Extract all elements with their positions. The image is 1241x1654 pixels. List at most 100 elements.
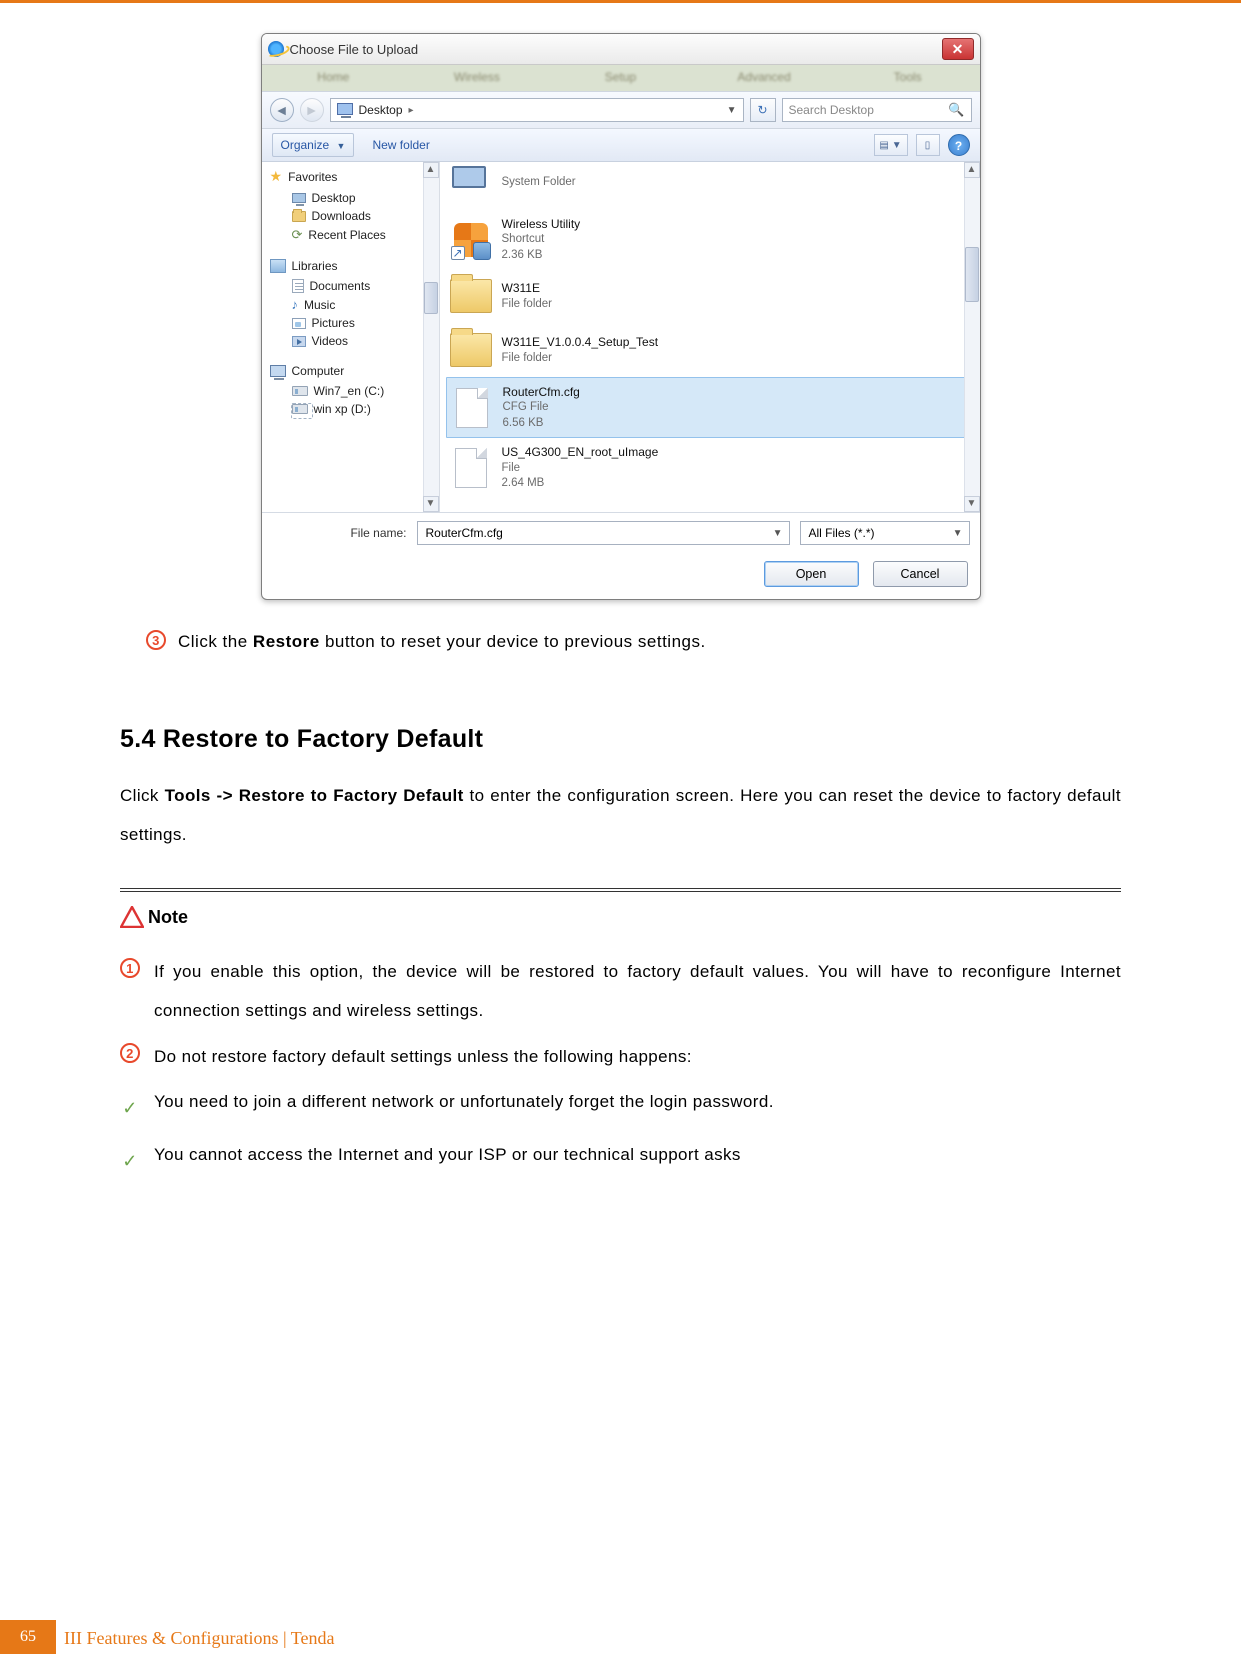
filename-combobox[interactable]: RouterCfm.cfg ▼ <box>417 521 790 545</box>
search-placeholder: Search Desktop <box>789 103 874 117</box>
cancel-button[interactable]: Cancel <box>873 561 968 587</box>
pictures-icon <box>292 318 306 329</box>
file-item-selected[interactable]: RouterCfm.cfg CFG File 6.56 KB <box>446 377 976 438</box>
tree-header-libraries[interactable]: Libraries <box>270 259 435 273</box>
checkmark-icon: ✓ <box>120 1088 140 1129</box>
list-scrollbar[interactable] <box>964 178 980 496</box>
step-3-pre: Click the <box>178 632 253 651</box>
tree-scrollbar[interactable] <box>423 178 439 496</box>
dialog-buttons: Open Cancel <box>262 553 980 599</box>
organize-label: Organize <box>281 138 330 152</box>
file-item[interactable]: W311E_V1.0.0.4_Setup_Test File folder <box>446 323 976 377</box>
step-3-text: Click the Restore button to reset your d… <box>178 628 706 655</box>
file-item[interactable]: W311E File folder <box>446 269 976 323</box>
new-folder-button[interactable]: New folder <box>372 138 429 152</box>
search-input[interactable]: Search Desktop 🔍 <box>782 98 972 122</box>
preview-pane-button[interactable]: ▯ <box>916 134 940 156</box>
back-button[interactable]: ◄ <box>270 98 294 122</box>
dialog-titlebar[interactable]: Choose File to Upload ✕ <box>262 34 980 65</box>
view-mode-button[interactable]: ▤ ▼ <box>874 134 908 156</box>
tree-header-favorites[interactable]: ★ Favorites <box>270 168 435 185</box>
breadcrumb-text: Desktop <box>359 103 403 117</box>
file-size: 2.64 MB <box>502 476 659 492</box>
tree-header-label: Favorites <box>288 170 337 184</box>
bg-tab: Setup <box>549 65 693 91</box>
drive-icon <box>292 404 308 414</box>
tree-item-downloads[interactable]: Downloads <box>292 207 435 225</box>
file-item[interactable]: ↗ Wireless Utility Shortcut 2.36 KB <box>446 210 976 269</box>
section-intro-paragraph: Click Tools -> Restore to Factory Defaul… <box>120 776 1121 854</box>
toolbar: Organize ▼ New folder ▤ ▼ ▯ ? <box>262 129 980 162</box>
dialog-title: Choose File to Upload <box>290 42 942 57</box>
chevron-down-icon: ▼ <box>337 141 346 151</box>
file-item[interactable]: System Folder <box>446 162 976 210</box>
note-marker-2: 2 <box>120 1043 140 1063</box>
bg-tab: Home <box>262 65 406 91</box>
tree-item-pictures[interactable]: Pictures <box>292 314 435 332</box>
file-chooser-dialog: Choose File to Upload ✕ Home Wireless Se… <box>261 33 981 600</box>
file-name: W311E <box>502 280 553 296</box>
tree-item-documents[interactable]: Documents <box>292 277 435 295</box>
tree-item-music[interactable]: ♪ Music <box>292 295 435 314</box>
tree-scroll-down[interactable]: ▼ <box>423 496 439 512</box>
tree-header-computer[interactable]: Computer <box>270 364 435 378</box>
tree-item-desktop[interactable]: Desktop <box>292 189 435 207</box>
close-button[interactable]: ✕ <box>942 38 974 60</box>
file-type-filter[interactable]: All Files (*.*) ▼ <box>800 521 970 545</box>
file-sub: File folder <box>502 351 659 367</box>
location-breadcrumb[interactable]: Desktop ▸ ▼ <box>330 98 744 122</box>
file-sub: System Folder <box>502 175 576 191</box>
note-list: 1 If you enable this option, the device … <box>120 952 1121 1182</box>
forward-button[interactable]: ► <box>300 98 324 122</box>
folder-icon <box>450 329 492 371</box>
tree-item-drive-c[interactable]: Win7_en (C:) <box>292 382 435 400</box>
file-name: US_4G300_EN_root_uImage <box>502 444 659 460</box>
tree-scroll-thumb[interactable] <box>424 282 438 314</box>
note-2-text: Do not restore factory default settings … <box>154 1037 1121 1076</box>
tree-item-videos[interactable]: Videos <box>292 332 435 350</box>
organize-menu[interactable]: Organize ▼ <box>272 133 355 157</box>
background-tabs-blurred: Home Wireless Setup Advanced Tools <box>262 65 980 91</box>
step-3: 3 Click the Restore button to reset your… <box>146 628 1121 655</box>
file-list: ▲ ▼ System Folder ↗ <box>440 162 980 512</box>
tree-item-label: Desktop <box>312 191 356 205</box>
file-icon <box>451 387 493 429</box>
breadcrumb-arrow-icon[interactable]: ▸ <box>409 105 414 116</box>
list-scroll-thumb[interactable] <box>965 247 979 302</box>
bg-tab: Wireless <box>405 65 549 91</box>
dialog-body: ▲ ▼ ★ Favorites Desktop <box>262 162 980 512</box>
tree-item-label: Win7_en (C:) <box>314 384 385 398</box>
file-item[interactable]: US_4G300_EN_root_uImage File 2.64 MB <box>446 438 976 497</box>
tree-scroll-up[interactable]: ▲ <box>423 162 439 178</box>
tree-item-label: Videos <box>312 334 348 348</box>
help-button[interactable]: ? <box>948 134 970 156</box>
para-pre: Click <box>120 786 165 805</box>
page-number: 65 <box>0 1620 56 1654</box>
tree-item-recent[interactable]: ⟳ Recent Places <box>292 225 435 245</box>
tree-item-label: Music <box>304 298 335 312</box>
folder-icon <box>292 211 306 222</box>
wireless-utility-icon: ↗ <box>450 219 492 261</box>
nav-bar: ◄ ► Desktop ▸ ▼ ↻ Search Desktop 🔍 <box>262 91 980 129</box>
file-name: W311E_V1.0.0.4_Setup_Test <box>502 334 659 350</box>
file-sub: Shortcut <box>502 232 581 248</box>
ie-icon <box>268 41 284 57</box>
tree-item-drive-d[interactable]: win xp (D:) <box>292 400 435 418</box>
documents-icon <box>292 279 304 293</box>
filename-value: RouterCfm.cfg <box>426 526 503 540</box>
open-button[interactable]: Open <box>764 561 859 587</box>
view-icon: ▤ <box>879 140 888 151</box>
list-scroll-up[interactable]: ▲ <box>964 162 980 178</box>
section-heading: 5.4 Restore to Factory Default <box>120 725 1121 754</box>
tree-header-label: Libraries <box>292 259 338 273</box>
folder-icon <box>450 275 492 317</box>
filename-row: File name: RouterCfm.cfg ▼ All Files (*.… <box>262 512 980 553</box>
refresh-button[interactable]: ↻ <box>750 98 776 122</box>
note-marker-1: 1 <box>120 958 140 978</box>
location-dropdown-icon[interactable]: ▼ <box>727 105 737 116</box>
file-sub: CFG File <box>503 400 580 416</box>
filter-value: All Files (*.*) <box>809 526 875 540</box>
note-label: Note <box>148 907 188 928</box>
list-scroll-down[interactable]: ▼ <box>964 496 980 512</box>
tree-group-favorites: ★ Favorites Desktop Downloads <box>270 168 435 245</box>
